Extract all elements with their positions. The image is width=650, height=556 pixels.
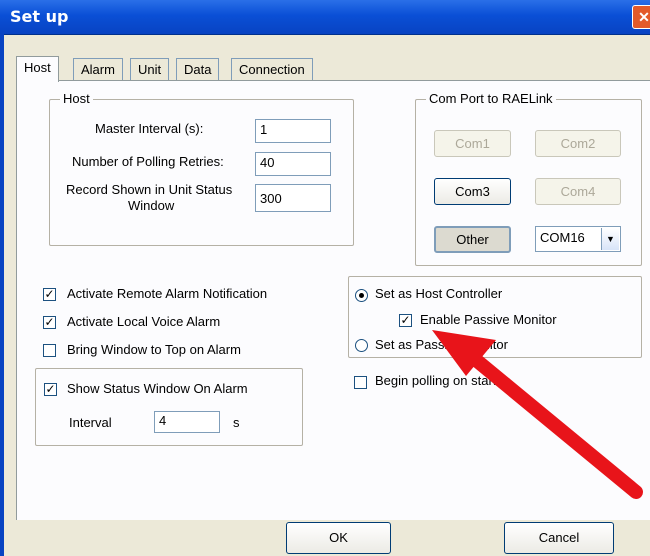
bring-to-top-label: Bring Window to Top on Alarm — [67, 342, 241, 357]
record-shown-field[interactable]: 300 — [255, 184, 331, 212]
enable-passive-monitor-checkbox[interactable]: ✓ — [399, 314, 412, 327]
tab-alarm[interactable]: Alarm — [73, 58, 123, 80]
bring-to-top-checkbox[interactable] — [43, 344, 56, 357]
host-group-legend: Host — [60, 91, 93, 106]
remote-alarm-label: Activate Remote Alarm Notification — [67, 286, 268, 301]
close-icon[interactable]: ✕ — [632, 5, 650, 29]
com2-button[interactable]: Com2 — [535, 130, 621, 157]
com3-button[interactable]: Com3 — [434, 178, 511, 205]
enable-passive-monitor-label: Enable Passive Monitor — [420, 312, 557, 327]
cancel-button[interactable]: Cancel — [504, 522, 614, 554]
interval-label: Interval — [69, 415, 112, 430]
tab-data[interactable]: Data — [176, 58, 220, 80]
tab-connection[interactable]: Connection — [231, 58, 313, 80]
host-controller-radio[interactable] — [355, 289, 368, 302]
record-shown-label-line2: Window — [128, 198, 175, 213]
ok-button[interactable]: OK — [286, 522, 391, 554]
show-status-label: Show Status Window On Alarm — [67, 381, 248, 396]
begin-polling-checkbox[interactable] — [354, 376, 367, 389]
host-controller-label: Set as Host Controller — [375, 286, 503, 301]
begin-polling-label: Begin polling on startup — [375, 373, 511, 388]
other-button[interactable]: Other — [434, 226, 511, 253]
tab-unit[interactable]: Unit — [130, 58, 170, 80]
record-shown-label: Record Shown in Unit Status — [66, 182, 233, 197]
passive-monitor-label: Set as Passive Monitor — [375, 337, 508, 352]
polling-retries-field[interactable]: 40 — [255, 152, 331, 176]
local-voice-label: Activate Local Voice Alarm — [67, 314, 221, 329]
com1-button[interactable]: Com1 — [434, 130, 511, 157]
show-status-checkbox[interactable]: ✓ — [44, 383, 57, 396]
chevron-down-icon[interactable]: ▼ — [601, 228, 619, 250]
polling-retries-label: Number of Polling Retries: — [72, 154, 224, 169]
controller-group: Set as Host Controller ✓ Enable Passive … — [348, 276, 642, 358]
interval-field[interactable]: 4 — [154, 411, 220, 433]
host-tab-panel: Host Master Interval (s): 1 Number of Po… — [16, 80, 650, 522]
master-interval-field[interactable]: 1 — [255, 119, 331, 143]
com-port-select[interactable]: COM16 ▼ — [535, 226, 621, 252]
passive-monitor-radio[interactable] — [355, 339, 368, 352]
tab-host[interactable]: Host — [16, 56, 59, 82]
com4-button[interactable]: Com4 — [535, 178, 621, 205]
com-port-select-value: COM16 — [540, 230, 585, 245]
com-port-group: Com Port to RAELink Com1 Com2 Com3 Com4 … — [415, 91, 642, 266]
com-port-legend: Com Port to RAELink — [426, 91, 556, 106]
status-window-group: ✓ Show Status Window On Alarm Interval 4… — [35, 368, 303, 446]
title-bar: Set up ✕ — [0, 0, 650, 35]
window-title: Set up — [10, 7, 69, 26]
remote-alarm-checkbox[interactable]: ✓ — [43, 288, 56, 301]
master-interval-label: Master Interval (s): — [95, 121, 204, 136]
local-voice-checkbox[interactable]: ✓ — [43, 316, 56, 329]
window-border — [0, 34, 4, 556]
host-group: Host Master Interval (s): 1 Number of Po… — [49, 91, 354, 246]
interval-unit: s — [233, 415, 240, 430]
